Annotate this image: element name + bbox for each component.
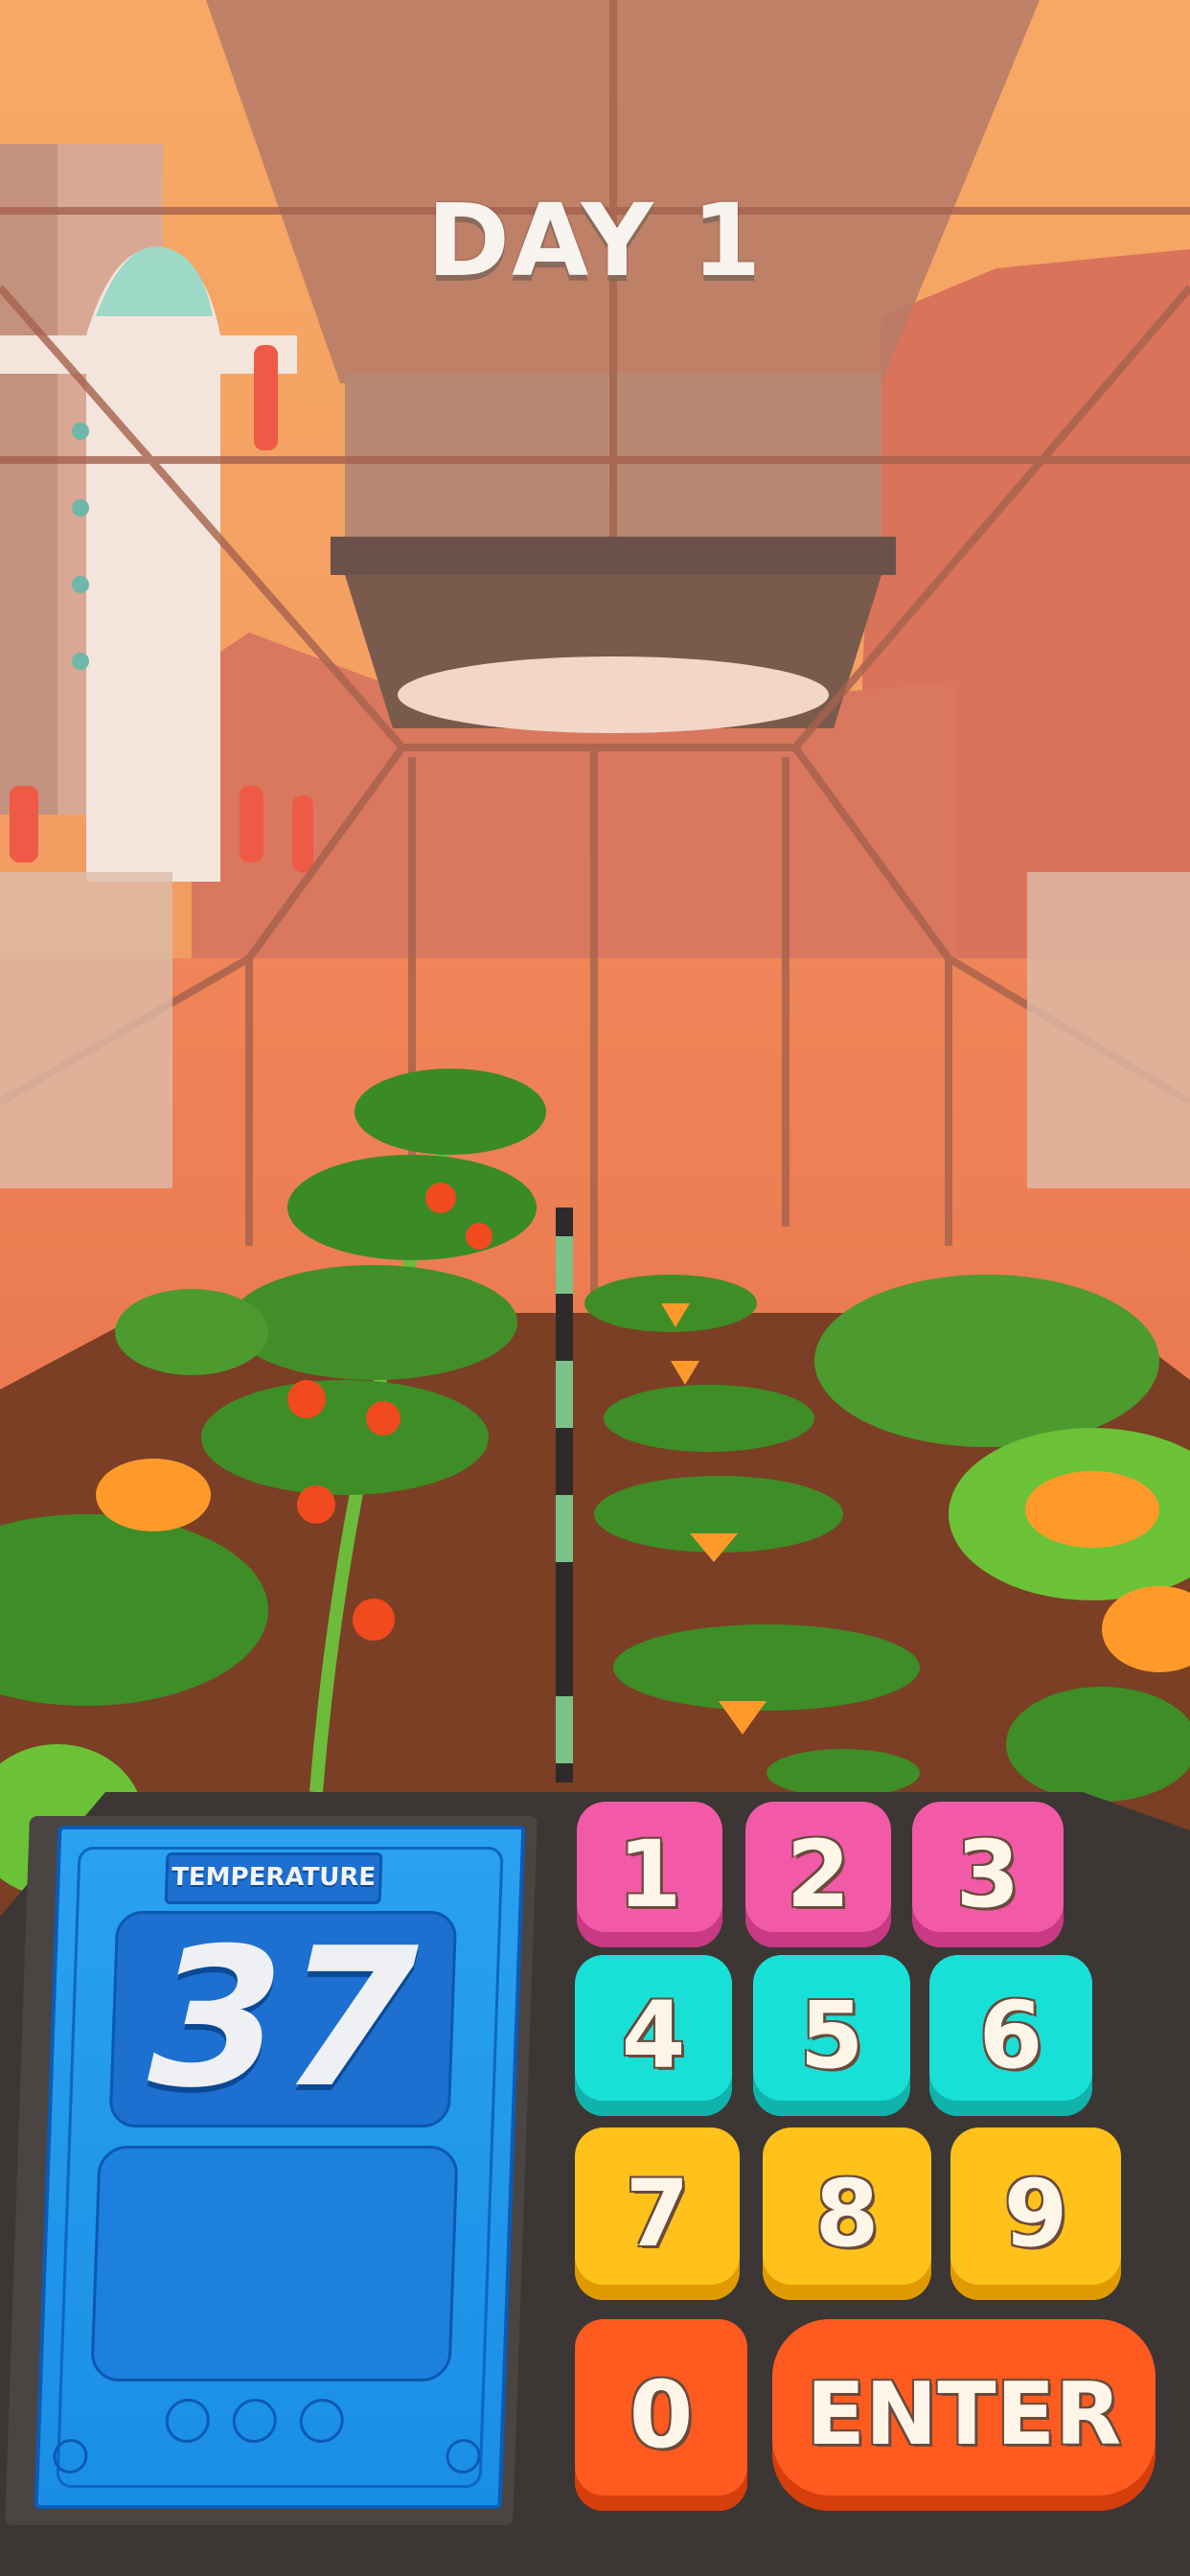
key-6[interactable]: 6: [929, 1955, 1092, 2116]
temperature-value-box: 37: [108, 1907, 458, 2130]
key-5[interactable]: 5: [753, 1955, 910, 2116]
temperature-value: 37: [146, 1907, 421, 2130]
key-1[interactable]: 1: [577, 1802, 722, 1947]
key-8[interactable]: 8: [763, 2128, 931, 2300]
enter-button[interactable]: ENTER: [772, 2319, 1156, 2511]
key-2[interactable]: 2: [745, 1802, 891, 1947]
key-4[interactable]: 4: [575, 1955, 732, 2116]
key-3[interactable]: 3: [912, 1802, 1064, 1947]
key-9[interactable]: 9: [950, 2128, 1121, 2300]
temperature-label: TEMPERATURE: [171, 1863, 377, 1892]
sensor-pole: [556, 1208, 573, 1782]
key-0[interactable]: 0: [575, 2319, 747, 2511]
temperature-display: TEMPERATURE 37: [34, 1826, 526, 2509]
temperature-label-box: TEMPERATURE: [164, 1852, 383, 1904]
input-display-box: [90, 2146, 459, 2381]
side-vent-right: [1027, 872, 1190, 1188]
day-label: DAY 1: [426, 182, 764, 299]
side-vent-left: [0, 872, 172, 1188]
key-7[interactable]: 7: [575, 2128, 740, 2300]
